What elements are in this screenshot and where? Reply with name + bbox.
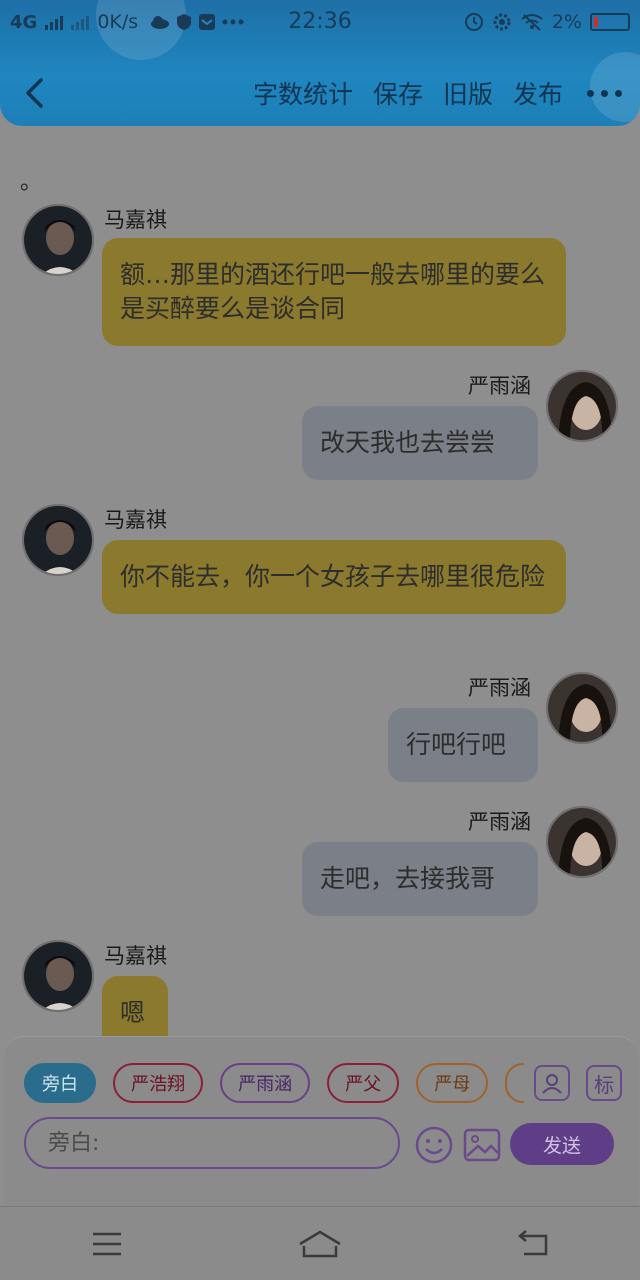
- role-manage-icon[interactable]: [534, 1065, 570, 1101]
- emoji-icon[interactable]: [414, 1125, 454, 1165]
- role-chip-yanfu[interactable]: 严父: [327, 1063, 400, 1103]
- speaker-name: 严雨涵: [468, 374, 531, 398]
- net-speed: 0K/s: [97, 11, 139, 33]
- network-type: 4G: [10, 11, 38, 33]
- input-panel: 旁白 严浩翔 严雨涵 严父 严母 标 发送: [4, 1036, 638, 1206]
- message-input[interactable]: [24, 1117, 400, 1169]
- chevron-left-icon[interactable]: [12, 71, 56, 115]
- narration-text: 。: [20, 170, 43, 195]
- home-icon[interactable]: [290, 1224, 350, 1264]
- speaker-name: 严雨涵: [468, 676, 531, 700]
- role-chip-yanhaoxiang[interactable]: 严浩翔: [113, 1063, 204, 1103]
- shield-icon: [177, 14, 192, 30]
- avatar-yanyuhan[interactable]: [546, 370, 618, 442]
- mark-icon[interactable]: 标: [586, 1065, 622, 1101]
- menu-icon[interactable]: [77, 1224, 137, 1264]
- system-nav-bar: [0, 1206, 640, 1280]
- mail-icon: [199, 14, 216, 30]
- role-chip-yanyuhan[interactable]: 严雨涵: [220, 1063, 311, 1103]
- message-bubble[interactable]: 嗯: [102, 976, 168, 1036]
- signal-icon-2: [71, 14, 90, 30]
- battery-icon: [590, 13, 630, 31]
- message-bubble[interactable]: 额…那里的酒还行吧一般去哪里的要么是买醉要么是谈合同: [102, 238, 566, 346]
- old-version-button[interactable]: 旧版: [443, 75, 493, 111]
- send-button[interactable]: 发送: [510, 1123, 614, 1165]
- avatar-majiaqi[interactable]: [22, 940, 94, 1012]
- avatar-yanyuhan[interactable]: [546, 806, 618, 878]
- chat-area[interactable]: 。 马嘉祺 额…那里的酒还行吧一般去哪里的要么是买醉要么是谈合同 严雨涵 改天我…: [0, 126, 640, 1036]
- alarm-icon: [464, 13, 483, 31]
- avatar-majiaqi[interactable]: [22, 204, 94, 276]
- role-chip-more[interactable]: [505, 1063, 524, 1103]
- ellipsis-icon: [222, 19, 244, 25]
- gear-icon: [493, 13, 511, 31]
- cloud-icon: [151, 16, 170, 29]
- avatar-majiaqi[interactable]: [22, 504, 94, 576]
- role-chips: 旁白 严浩翔 严雨涵 严父 严母: [24, 1063, 524, 1105]
- back-icon[interactable]: [503, 1224, 563, 1264]
- speaker-name: 严雨涵: [468, 810, 531, 834]
- role-chip-narration[interactable]: 旁白: [24, 1063, 96, 1103]
- nav-bar: 字数统计 保存 旧版 发布: [0, 60, 640, 126]
- message-bubble[interactable]: 改天我也去尝尝: [302, 406, 538, 480]
- app-header: 4G 0K/s 22:36 2% 字数统计 保存 旧版 发布: [0, 0, 640, 126]
- save-button[interactable]: 保存: [373, 75, 423, 111]
- word-count-button[interactable]: 字数统计: [253, 75, 353, 111]
- message-bubble[interactable]: 行吧行吧: [388, 708, 538, 782]
- more-dots-icon[interactable]: [587, 89, 622, 97]
- role-chip-yanmu[interactable]: 严母: [416, 1063, 489, 1103]
- publish-button[interactable]: 发布: [513, 75, 563, 111]
- speaker-name: 马嘉祺: [104, 208, 167, 232]
- battery-percent: 2%: [551, 11, 582, 33]
- status-bar: 4G 0K/s 22:36 2%: [0, 0, 640, 44]
- image-icon[interactable]: [462, 1125, 502, 1165]
- signal-icon: [45, 14, 64, 30]
- speaker-name: 马嘉祺: [104, 944, 167, 968]
- message-bubble[interactable]: 你不能去，你一个女孩子去哪里很危险: [102, 540, 566, 614]
- avatar-yanyuhan[interactable]: [546, 672, 618, 744]
- wifi-off-icon: [521, 14, 543, 31]
- message-bubble[interactable]: 走吧，去接我哥: [302, 842, 538, 916]
- speaker-name: 马嘉祺: [104, 508, 167, 532]
